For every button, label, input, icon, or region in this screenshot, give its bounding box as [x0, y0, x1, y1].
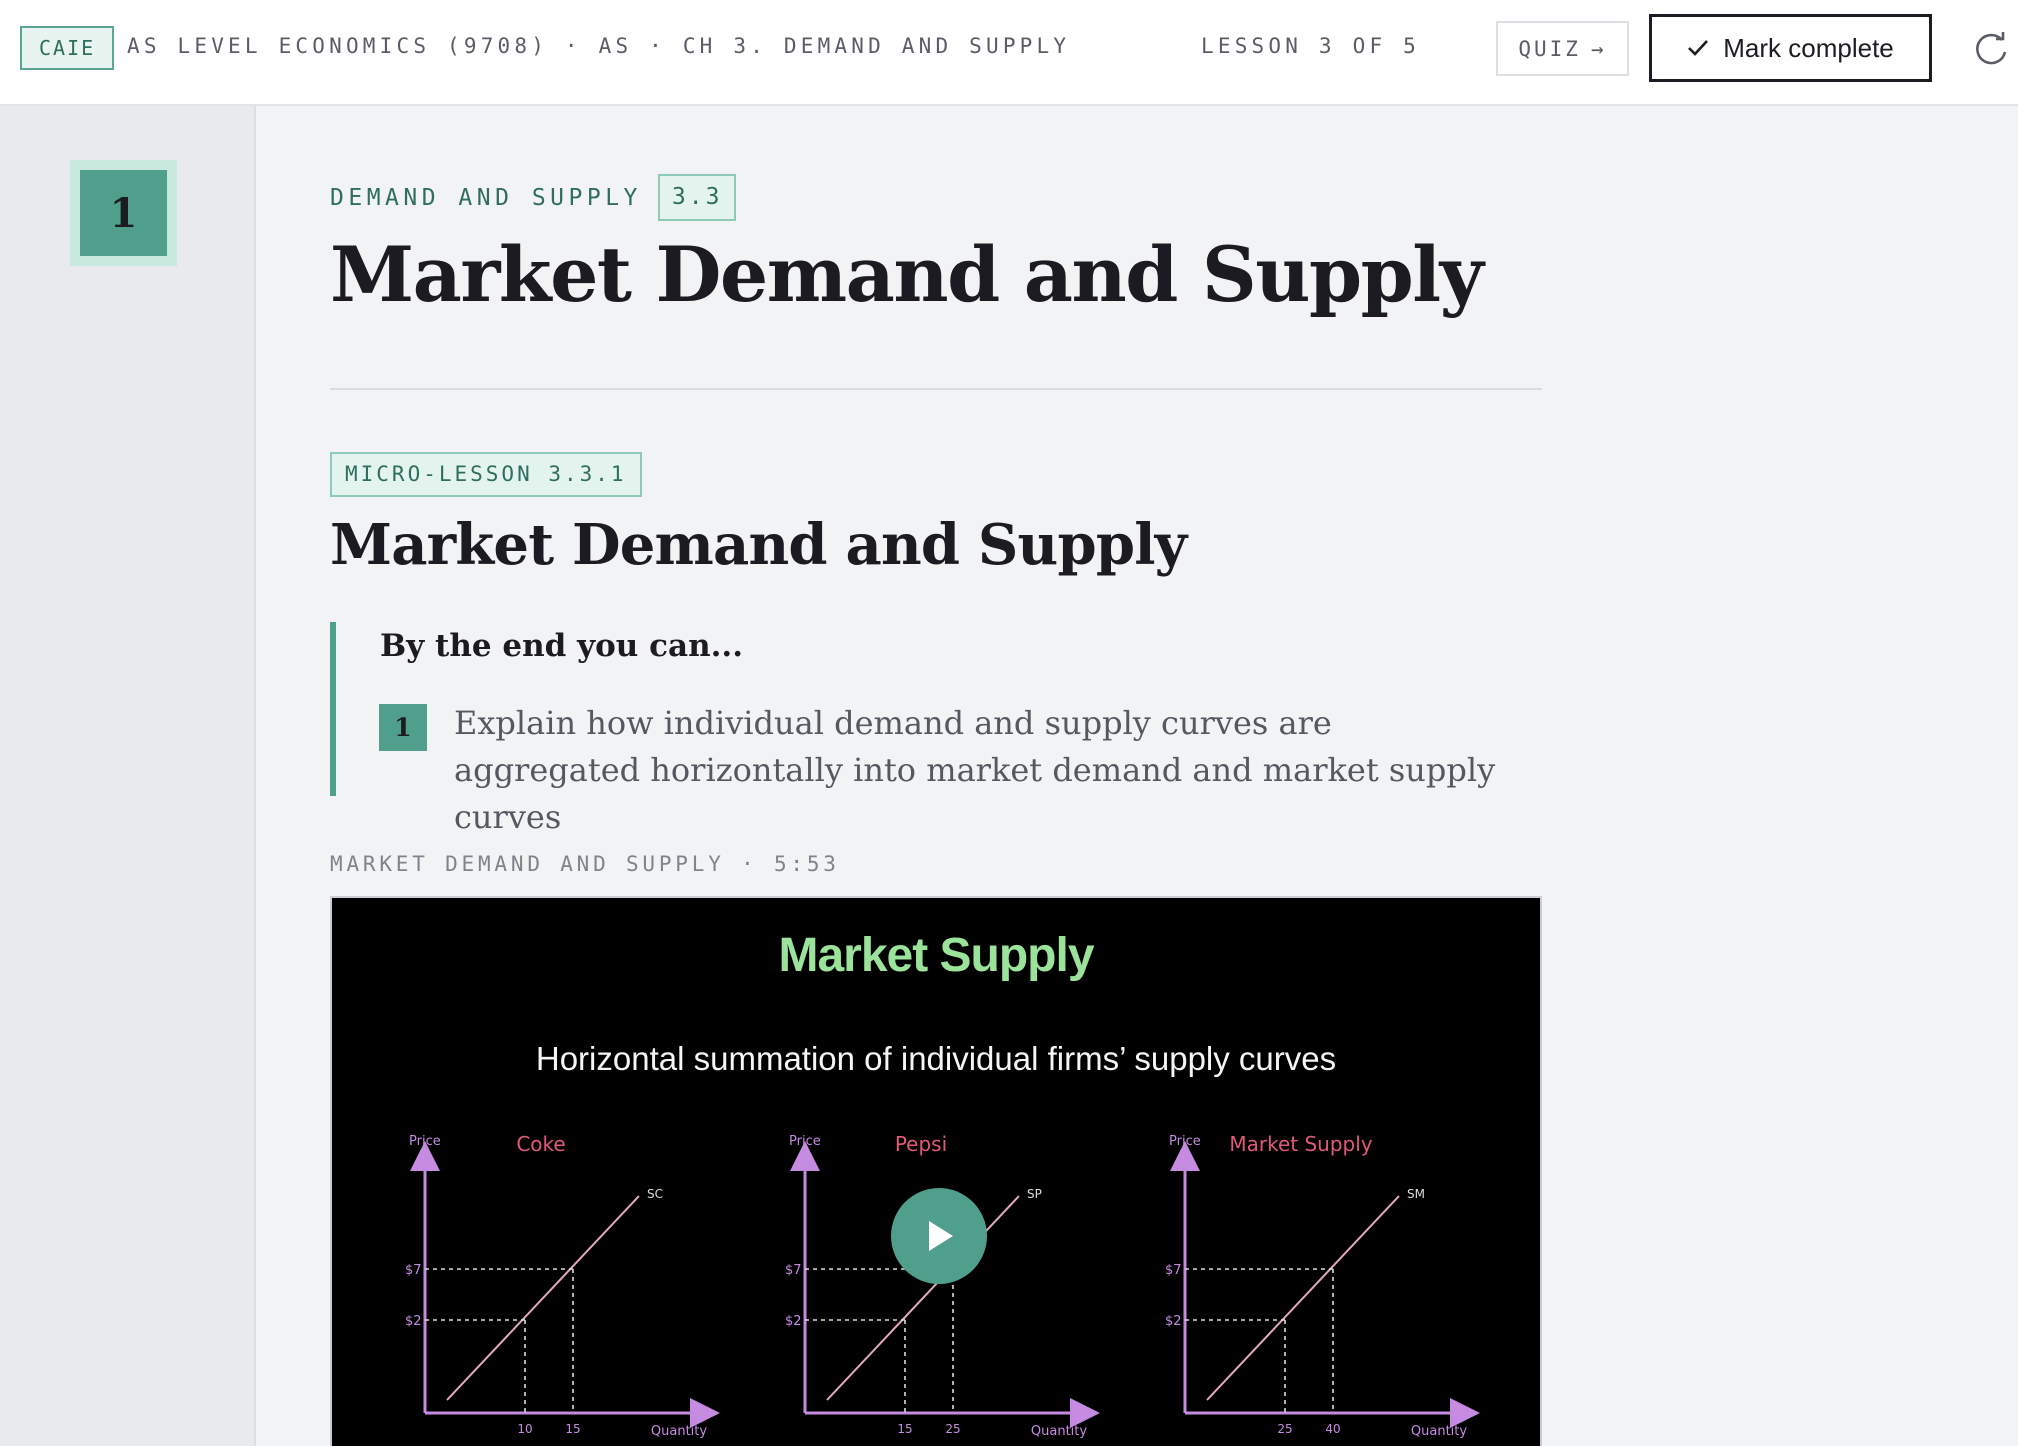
price-tick: $7 — [1165, 1263, 1182, 1278]
price-tick: $2 — [1165, 1314, 1182, 1329]
objective-text: Explain how individual demand and supply… — [454, 704, 1496, 836]
video-caption: MARKET DEMAND AND SUPPLY · 5:53 — [330, 852, 840, 876]
section-label: DEMAND AND SUPPLY — [330, 184, 642, 211]
check-icon — [1688, 40, 1709, 56]
curve-label: SM — [1407, 1187, 1425, 1201]
quantity-tick: 15 — [897, 1422, 912, 1436]
graph-title: Pepsi — [895, 1132, 947, 1156]
lesson-counter: LESSON 3 OF 5 — [1201, 34, 1420, 58]
graph-market-supply: Price Market Supply SM $7 $2 25 40 Quantity — [1165, 1132, 1480, 1439]
quantity-tick: 25 — [945, 1422, 960, 1436]
x-axis-label: Quantity — [1411, 1424, 1467, 1439]
learning-objectives: By the end you can... 1 Explain how indi… — [330, 622, 1542, 836]
quantity-tick: 10 — [517, 1422, 532, 1436]
supply-curve — [446, 1195, 640, 1401]
lesson-number-badge[interactable]: 1 — [70, 160, 177, 266]
play-button[interactable] — [891, 1188, 987, 1284]
y-axis-label: Price — [789, 1134, 821, 1149]
micro-lesson-title: Market Demand and Supply — [330, 512, 1187, 578]
curve-label: SP — [1027, 1187, 1042, 1201]
price-tick: $2 — [405, 1314, 422, 1329]
breadcrumb[interactable]: AS LEVEL ECONOMICS (9708) · AS · CH 3. D… — [127, 34, 1070, 58]
price-tick: $7 — [405, 1263, 422, 1278]
graph-pepsi: Price Pepsi SP $7 $2 15 25 Quantity — [785, 1132, 1100, 1439]
graph-coke: Price Coke SC $7 $2 10 15 Quantity — [405, 1132, 720, 1439]
supply-graphs: Price Coke SC $7 $2 10 15 Quantity Price Pepsi SP… — [405, 1132, 1480, 1439]
price-tick: $2 — [785, 1314, 802, 1329]
x-axis-label: Quantity — [651, 1424, 707, 1439]
y-axis-label: Price — [1169, 1134, 1201, 1149]
lesson-number: 1 — [80, 170, 167, 256]
board-badge: CAIE — [20, 26, 115, 70]
refresh-icon[interactable] — [1972, 30, 2010, 68]
quantity-tick: 40 — [1325, 1422, 1340, 1436]
lesson-rail: 1 — [0, 106, 256, 1446]
x-axis-label: Quantity — [1031, 1424, 1087, 1439]
section-number-badge: 3.3 — [657, 174, 737, 221]
section-eyebrow: DEMAND AND SUPPLY 3.3 — [330, 174, 737, 221]
video-player[interactable]: Market Supply Horizontal summation of in… — [330, 896, 1542, 1446]
quantity-tick: 25 — [1277, 1422, 1292, 1436]
micro-lesson-badge: MICRO-LESSON 3.3.1 — [330, 452, 642, 497]
mark-complete-label: Mark complete — [1723, 32, 1894, 63]
price-tick: $7 — [785, 1263, 802, 1278]
quiz-button[interactable]: QUIZ → — [1496, 21, 1629, 76]
objective-number: 1 — [379, 704, 427, 751]
graph-title: Coke — [516, 1132, 565, 1156]
objectives-heading: By the end you can... — [380, 628, 744, 664]
quantity-tick: 15 — [565, 1422, 580, 1436]
curve-label: SC — [647, 1187, 663, 1201]
graph-title: Market Supply — [1229, 1132, 1372, 1156]
top-bar: CAIE AS LEVEL ECONOMICS (9708) · AS · CH… — [0, 0, 2018, 106]
mark-complete-button[interactable]: Mark complete — [1649, 14, 1932, 82]
supply-curve — [1206, 1195, 1400, 1401]
arrow-right-icon: → — [1590, 36, 1607, 61]
y-axis-label: Price — [409, 1134, 441, 1149]
play-icon — [929, 1221, 953, 1251]
page-title: Market Demand and Supply — [330, 230, 1484, 319]
quiz-button-label: QUIZ — [1518, 36, 1581, 61]
divider — [330, 388, 1542, 390]
